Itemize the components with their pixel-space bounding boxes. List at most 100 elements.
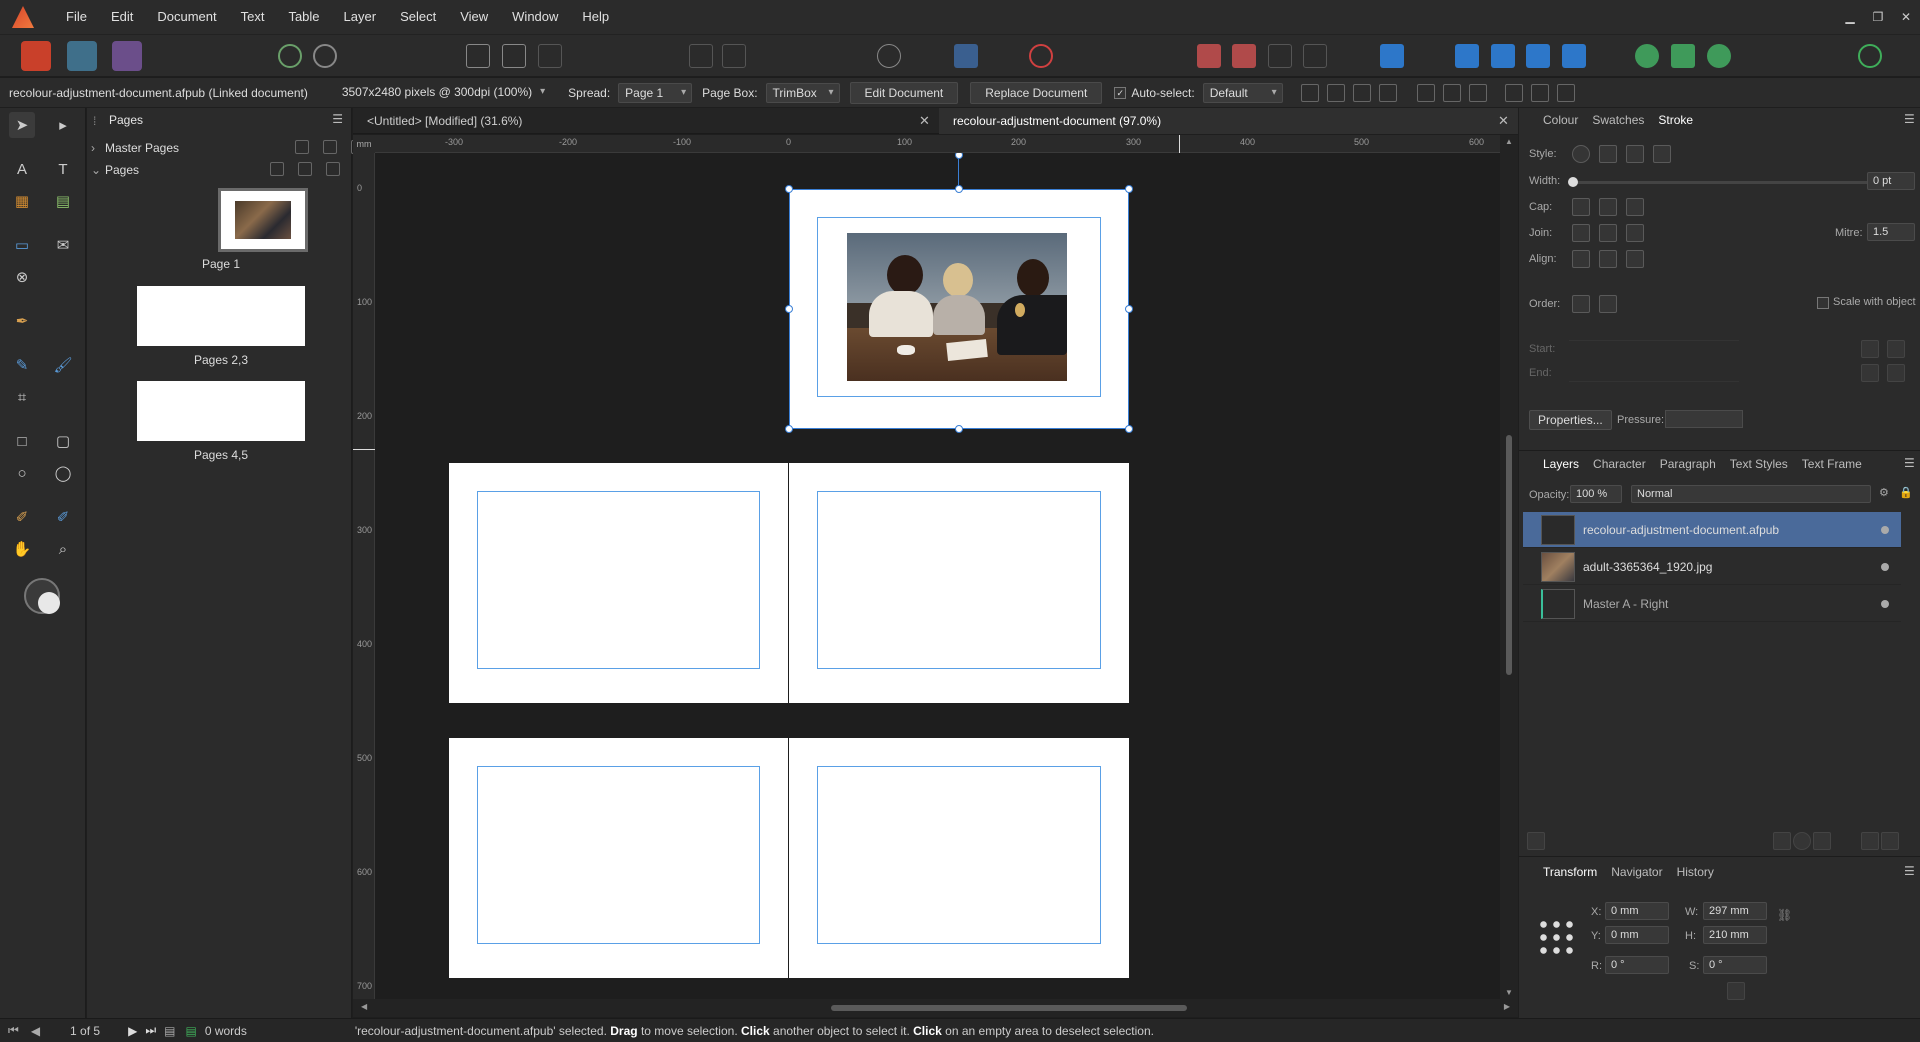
page-box-select[interactable]: TrimBox [765, 82, 840, 103]
picture-frame-tool-icon[interactable]: ▭ [9, 232, 35, 258]
restore-icon[interactable]: ❐ [1864, 0, 1892, 34]
scroll-up-icon[interactable]: ▲ [1505, 137, 1513, 146]
document-canvas[interactable] [375, 153, 1500, 999]
add-mask-icon[interactable] [1773, 832, 1791, 850]
fit-icon[interactable] [1326, 83, 1345, 102]
menu-file[interactable]: File [54, 0, 99, 34]
align-right-icon[interactable] [1468, 83, 1487, 102]
mitre-value[interactable]: 1.5 [1867, 223, 1915, 241]
butt-cap-icon[interactable] [1572, 198, 1590, 216]
shape-tool-icon[interactable]: ◯ [50, 460, 76, 486]
arrange-front-icon[interactable] [1268, 44, 1292, 68]
rectangle-tool-icon[interactable]: □ [9, 428, 35, 454]
vertical-scrollbar[interactable]: ▲ ▼ [1500, 135, 1518, 999]
horizontal-scroll-thumb[interactable] [831, 1005, 1187, 1011]
tab-text-frame[interactable]: Text Frame [1802, 457, 1862, 471]
tab-recolour-adjustment[interactable]: recolour-adjustment-document (97.0%) [939, 108, 1518, 134]
h-field[interactable]: 210 mm [1703, 926, 1767, 944]
resize-handle-bl[interactable] [785, 425, 793, 433]
page-1[interactable] [789, 189, 1129, 429]
page-5[interactable] [789, 738, 1129, 978]
vector-crop-tool-icon[interactable]: ⊗ [9, 264, 35, 290]
delete-layer-icon[interactable] [1881, 832, 1899, 850]
resize-handle-br[interactable] [1125, 425, 1133, 433]
add-layer-icon[interactable] [1861, 832, 1879, 850]
layer-fx-icon[interactable] [1527, 832, 1545, 850]
ruler-unit[interactable]: mm [353, 135, 375, 153]
menu-text[interactable]: Text [229, 0, 277, 34]
dashed-line-icon[interactable] [1626, 145, 1644, 163]
x-field[interactable]: 0 mm [1605, 902, 1669, 920]
align-center-icon[interactable] [1442, 83, 1461, 102]
page-1-thumbnail[interactable] [218, 188, 308, 252]
arrow-position-icon[interactable] [1887, 340, 1905, 358]
replace-document-button[interactable]: Replace Document [970, 81, 1103, 104]
last-page-icon[interactable]: ⏭ [145, 1023, 156, 1038]
tab-character[interactable]: Character [1593, 457, 1646, 471]
chevron-right-icon[interactable]: › [91, 141, 105, 155]
resize-handle-t[interactable] [955, 185, 963, 193]
add-master-icon[interactable] [295, 140, 309, 154]
tab-paragraph[interactable]: Paragraph [1660, 457, 1716, 471]
frame-text-tool-icon[interactable]: T [50, 156, 76, 182]
resize-handle-r[interactable] [1125, 305, 1133, 313]
color-picker-tool-icon[interactable]: ✐ [9, 504, 35, 530]
vertical-ruler[interactable]: 0 100 200 300 400 500 600 700 [353, 153, 375, 999]
close-icon[interactable]: ✕ [1892, 0, 1920, 34]
page-4[interactable] [449, 738, 788, 978]
crop-tool-icon[interactable]: ⌗ [9, 384, 35, 410]
y-field[interactable]: 0 mm [1605, 926, 1669, 944]
move-tool-icon[interactable]: ➤ [9, 112, 35, 138]
layers-panel-menu-icon[interactable]: ☰ [1904, 456, 1915, 470]
linked-photo[interactable] [847, 233, 1067, 381]
edit-document-button[interactable]: Edit Document [849, 81, 959, 104]
reset-transform-icon[interactable] [1727, 982, 1745, 1000]
chevron-down-icon[interactable]: ⌄ [91, 163, 105, 177]
duplicate-page-icon[interactable] [326, 162, 340, 176]
color-swatch-icon[interactable] [24, 578, 60, 614]
add-page-icon[interactable] [298, 162, 312, 176]
vertical-scroll-thumb[interactable] [1506, 435, 1512, 675]
width-slider-knob[interactable] [1568, 177, 1578, 187]
page-options-icon[interactable]: ▤ [164, 1024, 175, 1038]
boolean-subtract-icon[interactable] [1671, 44, 1695, 68]
hand-tool-icon[interactable]: ✋ [9, 536, 35, 562]
pen-tool-icon[interactable]: ✒ [9, 308, 35, 334]
menu-window[interactable]: Window [500, 0, 570, 34]
swap-arrowheads-icon[interactable] [1861, 340, 1879, 358]
menu-table[interactable]: Table [276, 0, 331, 34]
round-cap-icon[interactable] [1599, 198, 1617, 216]
solid-line-icon[interactable] [1599, 145, 1617, 163]
boolean-add-icon[interactable] [1635, 44, 1659, 68]
page-3[interactable] [789, 463, 1129, 703]
pressure-graph[interactable] [1665, 410, 1743, 428]
align-outside-icon[interactable] [1626, 250, 1644, 268]
menu-edit[interactable]: Edit [99, 0, 145, 34]
pixel-info-select[interactable]: 3507x2480 pixels @ 300dpi (100%) [336, 83, 550, 103]
align-icon[interactable] [1380, 44, 1404, 68]
shear-field[interactable]: 0 ° [1703, 956, 1767, 974]
account-icon[interactable] [1858, 44, 1882, 68]
page-2[interactable] [449, 463, 788, 703]
menu-view[interactable]: View [448, 0, 500, 34]
publisher-persona-icon[interactable] [21, 41, 51, 71]
add-adjustment-icon[interactable] [1793, 832, 1811, 850]
duplicate-master-icon[interactable] [323, 140, 337, 154]
spell-check-icon[interactable] [1029, 44, 1053, 68]
tab-layers[interactable]: Layers [1543, 457, 1579, 471]
arrowhead-selectors[interactable] [1569, 340, 1739, 382]
panel-menu-icon[interactable]: ☰ [332, 112, 343, 126]
scale-icon[interactable] [1352, 83, 1371, 102]
align-inside-icon[interactable] [1572, 250, 1590, 268]
tab-navigator[interactable]: Navigator [1611, 865, 1662, 879]
align-top-icon[interactable] [1504, 83, 1523, 102]
bevel-join-icon[interactable] [1626, 224, 1644, 242]
snapping-icon[interactable] [877, 44, 901, 68]
next-page-icon[interactable]: ▶ [128, 1024, 137, 1038]
photo-persona-icon[interactable] [112, 41, 142, 71]
rounded-rectangle-tool-icon[interactable]: ▢ [50, 428, 76, 454]
resize-handle-l[interactable] [785, 305, 793, 313]
properties-button[interactable]: Properties... [1529, 410, 1612, 430]
tab-transform[interactable]: Transform [1543, 865, 1597, 879]
prev-page-icon[interactable]: ◀ [31, 1024, 40, 1038]
